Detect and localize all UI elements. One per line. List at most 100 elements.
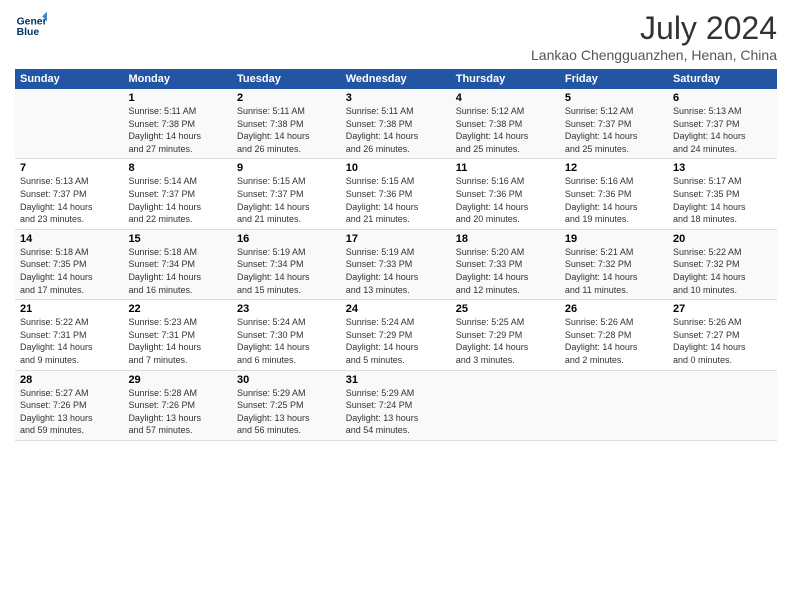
- calendar-cell: 4Sunrise: 5:12 AM Sunset: 7:38 PM Daylig…: [451, 89, 560, 159]
- day-number: 5: [565, 92, 663, 104]
- day-number: 1: [128, 92, 227, 104]
- day-number: 3: [346, 92, 446, 104]
- day-detail: Sunrise: 5:27 AM Sunset: 7:26 PM Dayligh…: [20, 387, 118, 437]
- day-detail: Sunrise: 5:18 AM Sunset: 7:34 PM Dayligh…: [128, 246, 227, 296]
- day-detail: Sunrise: 5:20 AM Sunset: 7:33 PM Dayligh…: [456, 246, 555, 296]
- calendar-cell: 5Sunrise: 5:12 AM Sunset: 7:37 PM Daylig…: [560, 89, 668, 159]
- day-number: 9: [237, 162, 336, 174]
- page: General Blue July 2024 Lankao Chengguanz…: [0, 0, 792, 612]
- day-number: 21: [20, 303, 118, 315]
- day-detail: Sunrise: 5:16 AM Sunset: 7:36 PM Dayligh…: [565, 175, 663, 225]
- calendar-cell: 13Sunrise: 5:17 AM Sunset: 7:35 PM Dayli…: [668, 159, 777, 229]
- header-cell-wednesday: Wednesday: [341, 69, 451, 89]
- calendar-cell: [560, 370, 668, 440]
- calendar-cell: 9Sunrise: 5:15 AM Sunset: 7:37 PM Daylig…: [232, 159, 341, 229]
- calendar-cell: 24Sunrise: 5:24 AM Sunset: 7:29 PM Dayli…: [341, 300, 451, 370]
- calendar-cell: 22Sunrise: 5:23 AM Sunset: 7:31 PM Dayli…: [123, 300, 232, 370]
- calendar-cell: 14Sunrise: 5:18 AM Sunset: 7:35 PM Dayli…: [15, 229, 123, 299]
- day-number: 11: [456, 162, 555, 174]
- calendar-cell: 8Sunrise: 5:14 AM Sunset: 7:37 PM Daylig…: [123, 159, 232, 229]
- week-row-1: 7Sunrise: 5:13 AM Sunset: 7:37 PM Daylig…: [15, 159, 777, 229]
- day-detail: Sunrise: 5:12 AM Sunset: 7:37 PM Dayligh…: [565, 105, 663, 155]
- calendar-cell: 27Sunrise: 5:26 AM Sunset: 7:27 PM Dayli…: [668, 300, 777, 370]
- header-cell-friday: Friday: [560, 69, 668, 89]
- day-number: 12: [565, 162, 663, 174]
- day-detail: Sunrise: 5:19 AM Sunset: 7:33 PM Dayligh…: [346, 246, 446, 296]
- header-row: SundayMondayTuesdayWednesdayThursdayFrid…: [15, 69, 777, 89]
- day-number: 10: [346, 162, 446, 174]
- day-number: 4: [456, 92, 555, 104]
- logo: General Blue: [15, 10, 47, 42]
- calendar-cell: [451, 370, 560, 440]
- calendar-cell: 30Sunrise: 5:29 AM Sunset: 7:25 PM Dayli…: [232, 370, 341, 440]
- svg-text:Blue: Blue: [17, 27, 40, 38]
- calendar-cell: 25Sunrise: 5:25 AM Sunset: 7:29 PM Dayli…: [451, 300, 560, 370]
- calendar-cell: 12Sunrise: 5:16 AM Sunset: 7:36 PM Dayli…: [560, 159, 668, 229]
- svg-text:General: General: [17, 16, 47, 27]
- header: General Blue July 2024 Lankao Chengguanz…: [15, 10, 777, 63]
- day-number: 22: [128, 303, 227, 315]
- day-number: 14: [20, 233, 118, 245]
- day-detail: Sunrise: 5:22 AM Sunset: 7:32 PM Dayligh…: [673, 246, 772, 296]
- header-cell-thursday: Thursday: [451, 69, 560, 89]
- day-number: 2: [237, 92, 336, 104]
- day-detail: Sunrise: 5:11 AM Sunset: 7:38 PM Dayligh…: [237, 105, 336, 155]
- day-number: 19: [565, 233, 663, 245]
- day-number: 8: [128, 162, 227, 174]
- day-detail: Sunrise: 5:17 AM Sunset: 7:35 PM Dayligh…: [673, 175, 772, 225]
- calendar-cell: 31Sunrise: 5:29 AM Sunset: 7:24 PM Dayli…: [341, 370, 451, 440]
- calendar-cell: [668, 370, 777, 440]
- day-detail: Sunrise: 5:25 AM Sunset: 7:29 PM Dayligh…: [456, 316, 555, 366]
- calendar-table: SundayMondayTuesdayWednesdayThursdayFrid…: [15, 69, 777, 441]
- header-cell-monday: Monday: [123, 69, 232, 89]
- calendar-cell: 18Sunrise: 5:20 AM Sunset: 7:33 PM Dayli…: [451, 229, 560, 299]
- day-number: 16: [237, 233, 336, 245]
- title-block: July 2024 Lankao Chengguanzhen, Henan, C…: [531, 10, 777, 63]
- day-number: 29: [128, 374, 227, 386]
- day-detail: Sunrise: 5:28 AM Sunset: 7:26 PM Dayligh…: [128, 387, 227, 437]
- day-detail: Sunrise: 5:15 AM Sunset: 7:36 PM Dayligh…: [346, 175, 446, 225]
- day-detail: Sunrise: 5:14 AM Sunset: 7:37 PM Dayligh…: [128, 175, 227, 225]
- calendar-cell: 29Sunrise: 5:28 AM Sunset: 7:26 PM Dayli…: [123, 370, 232, 440]
- header-cell-tuesday: Tuesday: [232, 69, 341, 89]
- day-number: 23: [237, 303, 336, 315]
- day-number: 17: [346, 233, 446, 245]
- calendar-cell: 3Sunrise: 5:11 AM Sunset: 7:38 PM Daylig…: [341, 89, 451, 159]
- calendar-cell: 28Sunrise: 5:27 AM Sunset: 7:26 PM Dayli…: [15, 370, 123, 440]
- calendar-cell: 23Sunrise: 5:24 AM Sunset: 7:30 PM Dayli…: [232, 300, 341, 370]
- day-detail: Sunrise: 5:12 AM Sunset: 7:38 PM Dayligh…: [456, 105, 555, 155]
- calendar-cell: 16Sunrise: 5:19 AM Sunset: 7:34 PM Dayli…: [232, 229, 341, 299]
- day-number: 18: [456, 233, 555, 245]
- calendar-cell: 21Sunrise: 5:22 AM Sunset: 7:31 PM Dayli…: [15, 300, 123, 370]
- day-detail: Sunrise: 5:16 AM Sunset: 7:36 PM Dayligh…: [456, 175, 555, 225]
- header-cell-sunday: Sunday: [15, 69, 123, 89]
- day-detail: Sunrise: 5:29 AM Sunset: 7:25 PM Dayligh…: [237, 387, 336, 437]
- day-detail: Sunrise: 5:19 AM Sunset: 7:34 PM Dayligh…: [237, 246, 336, 296]
- header-cell-saturday: Saturday: [668, 69, 777, 89]
- day-number: 26: [565, 303, 663, 315]
- main-title: July 2024: [531, 10, 777, 47]
- day-detail: Sunrise: 5:21 AM Sunset: 7:32 PM Dayligh…: [565, 246, 663, 296]
- day-number: 24: [346, 303, 446, 315]
- week-row-0: 1 Sunrise: 5:11 AM Sunset: 7:38 PM Daylig…: [15, 89, 777, 159]
- week-row-2: 14Sunrise: 5:18 AM Sunset: 7:35 PM Dayli…: [15, 229, 777, 299]
- day-detail: Sunrise: 5:22 AM Sunset: 7:31 PM Dayligh…: [20, 316, 118, 366]
- day-detail: Sunrise: 5:26 AM Sunset: 7:28 PM Dayligh…: [565, 316, 663, 366]
- day-number: 31: [346, 374, 446, 386]
- calendar-cell: 20Sunrise: 5:22 AM Sunset: 7:32 PM Dayli…: [668, 229, 777, 299]
- calendar-cell: 6Sunrise: 5:13 AM Sunset: 7:37 PM Daylig…: [668, 89, 777, 159]
- calendar-cell: 11Sunrise: 5:16 AM Sunset: 7:36 PM Dayli…: [451, 159, 560, 229]
- day-detail: Sunrise: 5:11 AM Sunset: 7:38 PM Dayligh…: [346, 105, 446, 155]
- day-number: 25: [456, 303, 555, 315]
- calendar-cell: 1Sunrise: 5:11 AM Sunset: 7:38 PM Daylig…: [123, 89, 232, 159]
- week-row-4: 28Sunrise: 5:27 AM Sunset: 7:26 PM Dayli…: [15, 370, 777, 440]
- calendar-cell: 26Sunrise: 5:26 AM Sunset: 7:28 PM Dayli…: [560, 300, 668, 370]
- calendar-cell: 17Sunrise: 5:19 AM Sunset: 7:33 PM Dayli…: [341, 229, 451, 299]
- day-detail: Sunrise: 5:13 AM Sunset: 7:37 PM Dayligh…: [673, 105, 772, 155]
- calendar-cell: 7Sunrise: 5:13 AM Sunset: 7:37 PM Daylig…: [15, 159, 123, 229]
- day-number: 27: [673, 303, 772, 315]
- day-detail: Sunrise: 5:29 AM Sunset: 7:24 PM Dayligh…: [346, 387, 446, 437]
- day-detail: Sunrise: 5:18 AM Sunset: 7:35 PM Dayligh…: [20, 246, 118, 296]
- calendar-cell: 15Sunrise: 5:18 AM Sunset: 7:34 PM Dayli…: [123, 229, 232, 299]
- day-number: 6: [673, 92, 772, 104]
